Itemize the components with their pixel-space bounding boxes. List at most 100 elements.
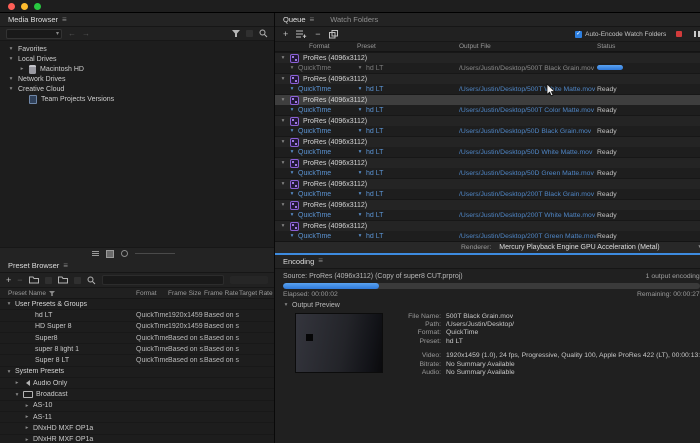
chevron-down-icon[interactable]: ▾ (280, 181, 286, 187)
preset-settings-icon[interactable] (44, 276, 52, 284)
queue-output-row[interactable]: ▾ QuickTime ▾ hd LT /Users/Justin/Deskto… (275, 63, 700, 73)
output-format-link[interactable]: QuickTime (298, 149, 331, 156)
chevron-down-icon[interactable]: ▾ (289, 170, 295, 176)
media-browser-tree-item[interactable]: ▾ Local Drives (0, 54, 274, 64)
search-icon[interactable] (259, 29, 268, 38)
queue-output-row[interactable]: ▾ QuickTime ▾ hd LT /Users/Justin/Deskto… (275, 210, 700, 220)
chevron-icon[interactable]: ▾ (6, 369, 12, 375)
panel-menu-icon[interactable]: ≡ (310, 15, 315, 24)
preset-search-input[interactable] (101, 275, 224, 285)
media-browser-tab[interactable]: Media Browser (8, 15, 58, 24)
queue-output-row[interactable]: ▾ QuickTime ▾ hd LT /Users/Justin/Deskto… (275, 105, 700, 115)
preset-row[interactable]: ▸ Audio Only (0, 378, 274, 390)
media-browser-tree-item[interactable]: Team Projects Versions (0, 94, 274, 104)
preset-row[interactable]: ▸ DNxHR MXF OP1a (0, 435, 274, 443)
media-browser-tree-item[interactable]: ▾ Creative Cloud (0, 84, 274, 94)
chevron-down-icon[interactable]: ▾ (289, 212, 295, 218)
queue-group-row[interactable]: ▾ ProRes (4096x3112) (275, 220, 700, 231)
queue-group-row[interactable]: ▾ ProRes (4096x3112) (275, 52, 700, 63)
chevron-down-icon[interactable]: ▾ (357, 107, 363, 113)
media-browser-tree-item[interactable]: ▸ Macintosh HD (0, 64, 274, 74)
stop-queue-button[interactable] (676, 31, 683, 37)
queue-output-row[interactable]: ▾ QuickTime ▾ hd LT /Users/Justin/Deskto… (275, 168, 700, 178)
new-group-icon[interactable] (28, 276, 39, 284)
display-options-icon[interactable] (246, 30, 253, 37)
preset-row[interactable]: hd LT QuickTime 1920x1459 Based on s... … (0, 310, 274, 322)
zoom-slider-knob[interactable] (121, 250, 128, 257)
column-format[interactable]: Format (275, 43, 357, 50)
preset-row[interactable]: ▾ System Presets (0, 367, 274, 379)
preset-row[interactable]: super 8 light 1 QuickTime Based on s... … (0, 344, 274, 356)
output-file-link[interactable]: /Users/Justin/Desktop/50D Black Grain.mo… (459, 128, 597, 135)
forward-icon[interactable]: → (82, 29, 90, 38)
thumbnail-view-icon[interactable] (106, 249, 114, 258)
output-file-link[interactable]: /Users/Justin/Desktop/200T Black Grain.m… (459, 191, 597, 198)
queue-output-row[interactable]: ▾ QuickTime ▾ hd LT /Users/Justin/Deskto… (275, 84, 700, 94)
chevron-icon[interactable]: ▾ (14, 392, 20, 398)
duplicate-icon[interactable] (328, 29, 338, 39)
chevron-down-icon[interactable]: ▾ (357, 191, 363, 197)
chevron-down-icon[interactable]: ▾ (280, 139, 286, 145)
chevron-down-icon[interactable]: ▾ (357, 128, 363, 134)
chevron-down-icon[interactable]: ▾ (289, 86, 295, 92)
renderer-dropdown[interactable]: Mercury Playback Engine GPU Acceleration… (499, 244, 659, 251)
queue-output-row[interactable]: ▾ QuickTime ▾ hd LT /Users/Justin/Deskto… (275, 189, 700, 199)
queue-output-row[interactable]: ▾ QuickTime ▾ hd LT /Users/Justin/Deskto… (275, 147, 700, 157)
chevron-down-icon[interactable]: ▾ (280, 97, 286, 103)
import-preset-icon[interactable] (57, 276, 68, 284)
minimize-window-button[interactable] (21, 2, 28, 10)
output-preset-link[interactable]: hd LT (366, 86, 383, 93)
output-format-link[interactable]: QuickTime (298, 128, 331, 135)
pause-queue-button[interactable] (694, 31, 700, 37)
remove-preset-button[interactable]: − (17, 275, 22, 285)
chevron-down-icon[interactable]: ▾ (280, 76, 286, 82)
zoom-slider-track[interactable] (135, 253, 175, 254)
output-format-link[interactable]: QuickTime (298, 170, 331, 177)
queue-group-row[interactable]: ▾ ProRes (4096x3112) (275, 94, 700, 105)
output-file-link[interactable]: /Users/Justin/Desktop/200T Green Matte.m… (459, 233, 597, 240)
output-preview-toggle[interactable]: ▾ Output Preview (275, 298, 700, 309)
output-file-link[interactable]: /Users/Justin/Desktop/500T White Matte.m… (459, 86, 597, 93)
output-format-link[interactable]: QuickTime (298, 191, 331, 198)
queue-group-row[interactable]: ▾ ProRes (4096x3112) (275, 157, 700, 168)
output-file-link[interactable]: /Users/Justin/Desktop/500T Color Matte.m… (459, 107, 597, 114)
chevron-down-icon[interactable]: ▾ (280, 160, 286, 166)
column-status[interactable]: Status (597, 43, 700, 50)
column-frame-rate[interactable]: Frame Rate (204, 290, 239, 297)
column-format[interactable]: Format (136, 290, 168, 297)
chevron-icon[interactable]: ▾ (6, 301, 12, 307)
output-file-link[interactable]: /Users/Justin/Desktop/500T Black Grain.m… (459, 65, 597, 72)
panel-menu-icon[interactable]: ≡ (63, 261, 68, 270)
close-window-button[interactable] (8, 2, 15, 10)
chevron-icon[interactable]: ▸ (14, 380, 20, 386)
output-preset-link[interactable]: hd LT (366, 233, 383, 240)
output-format-link[interactable]: QuickTime (298, 86, 331, 93)
chevron-down-icon[interactable]: ▾ (357, 65, 363, 71)
directory-dropdown[interactable]: ▾ (6, 28, 62, 39)
chevron-icon[interactable]: ▾ (8, 76, 14, 82)
queue-group-row[interactable]: ▾ ProRes (4096x3112) (275, 115, 700, 126)
output-format-link[interactable]: QuickTime (298, 233, 331, 240)
output-file-link[interactable]: /Users/Justin/Desktop/50D White Matte.mo… (459, 149, 597, 156)
chevron-icon[interactable]: ▾ (8, 86, 14, 92)
encoding-tab[interactable]: Encoding (283, 257, 314, 266)
zoom-window-button[interactable] (34, 2, 41, 10)
tab-queue[interactable]: Queue (283, 15, 306, 24)
output-preset-link[interactable]: hd LT (366, 170, 383, 177)
search-icon[interactable] (87, 276, 96, 285)
output-preset-link[interactable]: hd LT (366, 65, 383, 72)
column-frame-size[interactable]: Frame Size (168, 290, 204, 297)
preset-row[interactable]: ▸ DNxHD MXF OP1a (0, 423, 274, 435)
preset-row[interactable]: ▾ User Presets & Groups (0, 299, 274, 311)
add-output-icon[interactable] (296, 30, 307, 38)
queue-group-row[interactable]: ▾ ProRes (4096x3112) (275, 136, 700, 147)
panel-menu-icon[interactable]: ≡ (318, 257, 323, 265)
chevron-down-icon[interactable]: ▾ (280, 118, 286, 124)
chevron-down-icon[interactable]: ▾ (357, 212, 363, 218)
auto-encode-checkbox[interactable]: ✓ (575, 30, 583, 38)
chevron-down-icon[interactable]: ▾ (280, 223, 286, 229)
preset-row[interactable]: ▾ Broadcast (0, 389, 274, 401)
queue-group-row[interactable]: ▾ ProRes (4096x3112) (275, 199, 700, 210)
chevron-icon[interactable]: ▸ (19, 66, 25, 72)
output-file-link[interactable]: /Users/Justin/Desktop/50D Green Matte.mo… (459, 170, 597, 177)
